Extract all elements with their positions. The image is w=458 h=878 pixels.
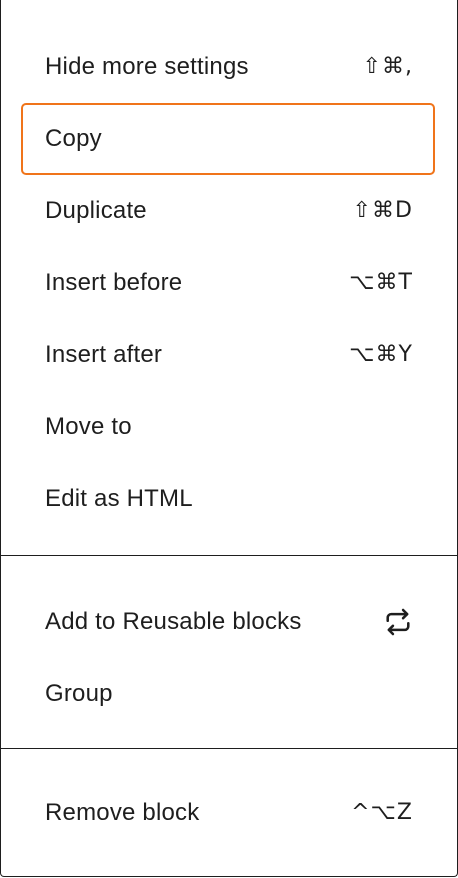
menu-item-label: Group [45, 680, 113, 707]
menu-item-label: Duplicate [45, 197, 147, 224]
menu-item-move-to[interactable]: Move to [21, 391, 435, 463]
menu-item-label: Hide more settings [45, 53, 249, 80]
menu-item-remove-block[interactable]: Remove block ^⌥Z [21, 777, 435, 849]
menu-item-insert-before[interactable]: Insert before ⌥⌘T [21, 247, 435, 319]
menu-item-group[interactable]: Group [21, 658, 435, 730]
menu-item-insert-after[interactable]: Insert after ⌥⌘Y [21, 319, 435, 391]
menu-item-label: Edit as HTML [45, 485, 193, 512]
menu-item-label: Move to [45, 413, 132, 440]
keyboard-shortcut: ⌥⌘Y [349, 342, 413, 367]
menu-group-block-actions: Hide more settings ⇧⌘, Copy Duplicate ⇧⌘… [1, 0, 457, 555]
keyboard-shortcut: ⇧⌘D [352, 198, 413, 223]
menu-item-label: Remove block [45, 799, 200, 826]
reusable-block-icon [379, 603, 417, 641]
keyboard-shortcut: ^⌥Z [351, 800, 413, 825]
menu-item-label: Insert after [45, 341, 163, 368]
menu-item-label: Copy [45, 125, 102, 152]
menu-item-label: Insert before [45, 269, 183, 296]
menu-item-edit-as-html[interactable]: Edit as HTML [21, 463, 435, 535]
menu-item-duplicate[interactable]: Duplicate ⇧⌘D [21, 175, 435, 247]
keyboard-shortcut: ⌥⌘T [349, 270, 413, 295]
menu-group-reusable: Add to Reusable blocks Group [1, 556, 457, 748]
menu-item-copy[interactable]: Copy [21, 103, 435, 175]
menu-item-add-to-reusable-blocks[interactable]: Add to Reusable blocks [21, 586, 435, 658]
menu-group-remove: Remove block ^⌥Z [1, 749, 457, 869]
menu-item-hide-more-settings[interactable]: Hide more settings ⇧⌘, [21, 31, 435, 103]
keyboard-shortcut: ⇧⌘, [362, 54, 413, 79]
menu-item-label: Add to Reusable blocks [45, 608, 302, 635]
block-settings-menu: Hide more settings ⇧⌘, Copy Duplicate ⇧⌘… [0, 0, 458, 877]
